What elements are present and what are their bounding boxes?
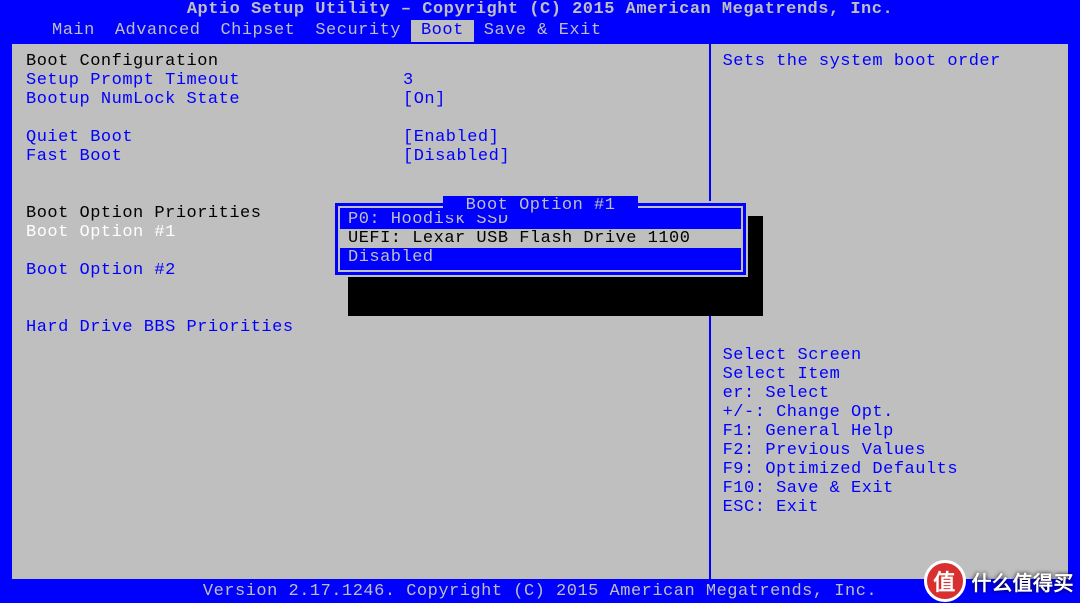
menu-advanced[interactable]: Advanced	[105, 20, 211, 42]
bios-screen: Aptio Setup Utility – Copyright (C) 2015…	[0, 0, 1080, 603]
help-line-8: ESC: Exit	[723, 498, 1056, 517]
menu-main[interactable]: Main	[42, 20, 105, 42]
hdd-bbs-priorities[interactable]: Hard Drive BBS Priorities	[26, 318, 695, 337]
footer-text: Version 2.17.1246. Copyright (C) 2015 Am…	[203, 582, 877, 601]
help-line-2: er: Select	[723, 384, 1056, 403]
boot-cfg-row-0[interactable]: Setup Prompt Timeout3	[26, 71, 695, 90]
boot-cfg-row-1-label: Bootup NumLock State	[26, 90, 403, 109]
boot-cfg2-row-1[interactable]: Fast Boot[Disabled]	[26, 147, 695, 166]
popup-option-0[interactable]: P0: Hoodisk SSD	[340, 210, 741, 229]
boot-cfg2-row-0[interactable]: Quiet Boot[Enabled]	[26, 128, 695, 147]
boot-cfg2-row-1-value: [Disabled]	[403, 147, 510, 166]
boot-cfg2-row-1-label: Fast Boot	[26, 147, 403, 166]
menu-save-exit[interactable]: Save & Exit	[474, 20, 612, 42]
help-line-0: Select Screen	[723, 346, 1056, 365]
spacer	[26, 109, 695, 128]
menu-bar: Main Advanced Chipset Security Boot Save…	[0, 20, 1080, 42]
help-line-5: F2: Previous Values	[723, 441, 1056, 460]
boot-cfg-row-0-label: Setup Prompt Timeout	[26, 71, 403, 90]
title-text: Aptio Setup Utility – Copyright (C) 2015…	[187, 0, 893, 19]
boot-cfg2-row-0-value: [Enabled]	[403, 128, 499, 147]
help-line-6: F9: Optimized Defaults	[723, 460, 1056, 479]
boot-cfg2-row-0-label: Quiet Boot	[26, 128, 403, 147]
popup-option-2[interactable]: Disabled	[340, 248, 741, 267]
help-line-7: F10: Save & Exit	[723, 479, 1056, 498]
title-bar: Aptio Setup Utility – Copyright (C) 2015…	[0, 0, 1080, 20]
boot-option-popup: Boot Option #1 P0: Hoodisk SSDUEFI: Lexa…	[333, 201, 748, 277]
hdd-bbs-label: Hard Drive BBS Priorities	[26, 318, 403, 337]
key-help: Select Screen Select Item er: Select+/-:…	[723, 346, 1056, 517]
boot-cfg-row-0-value: 3	[403, 71, 414, 90]
menu-boot[interactable]: Boot	[411, 20, 474, 42]
help-line-1: Select Item	[723, 365, 1056, 384]
menu-chipset[interactable]: Chipset	[210, 20, 305, 42]
spacer	[26, 166, 695, 185]
item-help: Sets the system boot order	[723, 52, 1056, 346]
boot-cfg-row-1-value: [On]	[403, 90, 446, 109]
footer-bar: Version 2.17.1246. Copyright (C) 2015 Am…	[0, 581, 1080, 603]
help-line-4: F1: General Help	[723, 422, 1056, 441]
popup-option-1[interactable]: UEFI: Lexar USB Flash Drive 1100	[340, 229, 741, 248]
boot-config-heading: Boot Configuration	[26, 52, 695, 71]
right-pane: Sets the system boot order Select Screen…	[710, 42, 1070, 581]
boot-cfg-row-1[interactable]: Bootup NumLock State[On]	[26, 90, 695, 109]
menu-security[interactable]: Security	[305, 20, 411, 42]
help-line-3: +/-: Change Opt.	[723, 403, 1056, 422]
